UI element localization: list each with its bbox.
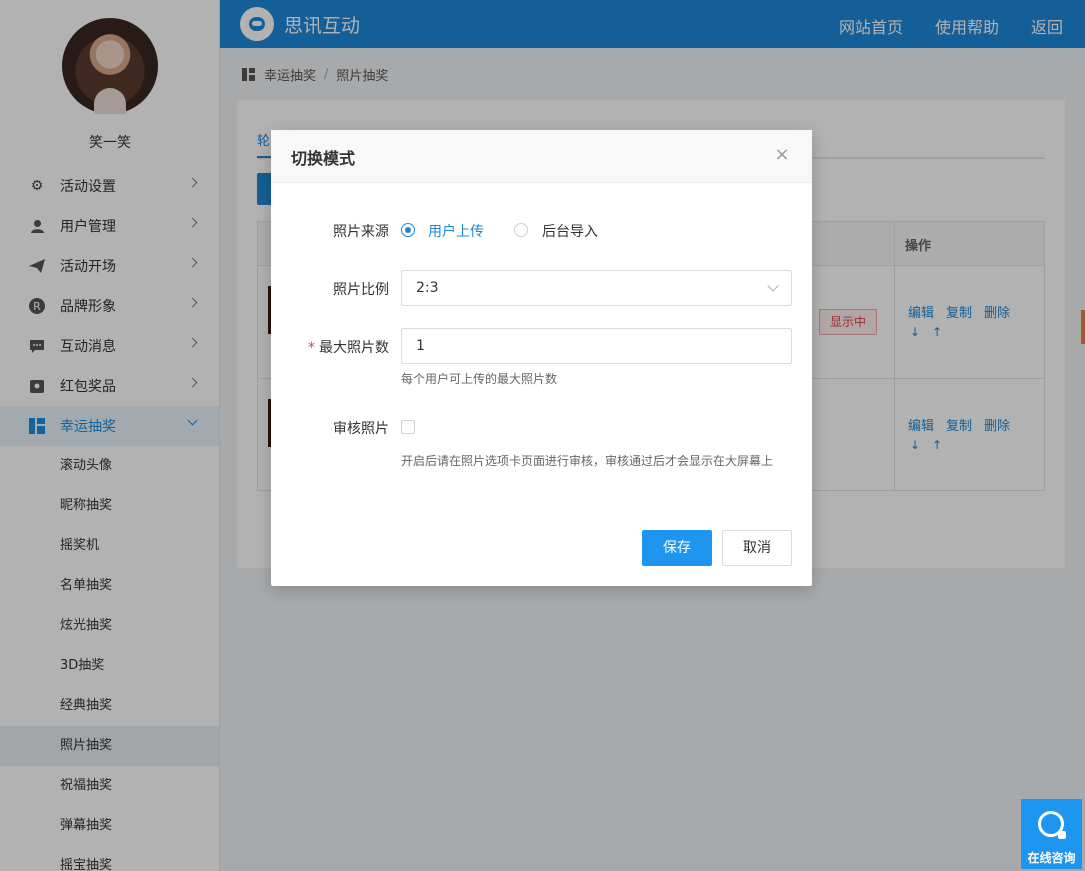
max-photos-label: * 最大照片数 [308,337,389,357]
radio-backend-import-label[interactable]: 后台导入 [542,221,598,241]
switch-mode-dialog: 切换模式 × 照片来源 用户上传 后台导入 照片比例 2:3 * 最大照片数 1 … [271,130,812,586]
review-photos-hint: 开启后请在照片选项卡页面进行审核，审核通过后才会显示在大屏幕上 [401,454,774,468]
radio-user-upload-label[interactable]: 用户上传 [428,221,484,241]
photo-ratio-label: 照片比例 [333,282,389,298]
radio-backend-import[interactable] [514,223,528,237]
photo-ratio-select[interactable]: 2:3 [401,270,792,306]
cancel-button[interactable]: 取消 [722,530,792,566]
online-consult-label: 在线咨询 [1027,851,1076,865]
photo-ratio-value: 2:3 [416,280,439,296]
max-photos-input[interactable]: 1 [401,328,792,364]
max-photos-hint: 每个用户可上传的最大照片数 [401,372,558,386]
photo-source-label: 照片来源 [333,224,389,240]
review-photos-label: 审核照片 [333,421,389,437]
chevron-down-icon [767,280,779,292]
headset-icon [1038,811,1066,839]
radio-user-upload[interactable] [401,223,415,237]
review-photos-checkbox[interactable] [401,420,415,434]
dialog-title: 切换模式 [291,149,356,168]
max-photos-label-text: 最大照片数 [319,340,389,356]
online-consult-button[interactable]: 在线咨询 [1021,799,1082,869]
close-icon[interactable]: × [772,145,792,165]
dialog-header: 切换模式 × [271,130,812,183]
required-mark: * [308,340,315,356]
save-button[interactable]: 保存 [642,530,712,566]
